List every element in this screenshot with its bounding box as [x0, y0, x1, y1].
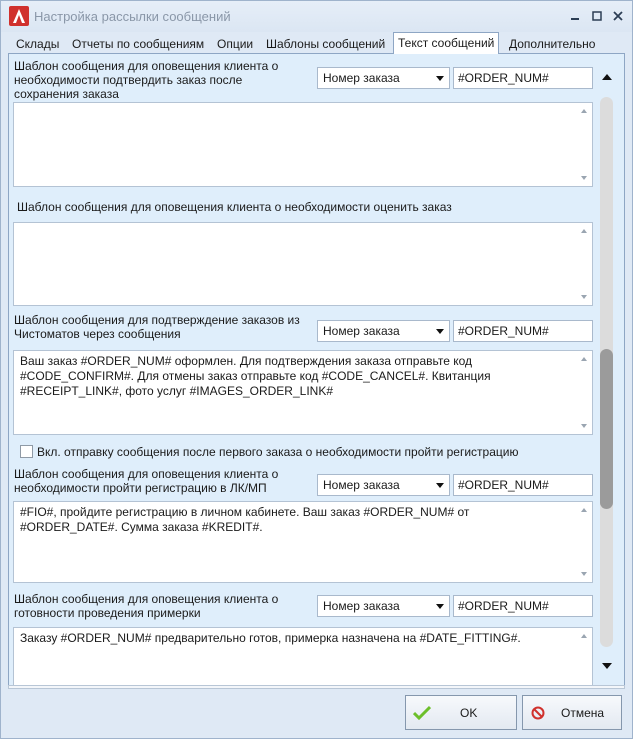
maximize-icon — [592, 11, 602, 21]
registration-field-select[interactable]: Номер заказа — [317, 474, 450, 496]
tab-message-templates[interactable]: Шаблоны сообщений — [262, 35, 389, 54]
scroll-down-icon — [581, 424, 587, 428]
ok-button[interactable]: OK — [405, 695, 517, 730]
settings-window: Настройка рассылки сообщений Склады Отче… — [0, 0, 633, 739]
confirm-order-textarea[interactable] — [13, 102, 593, 187]
chevron-down-icon — [436, 483, 444, 488]
app-logo-icon — [9, 6, 29, 26]
message-text-panel: Шаблон сообщения для оповещения клиента … — [8, 54, 625, 685]
maximize-button[interactable] — [588, 7, 606, 25]
tab-warehouses[interactable]: Склады — [12, 35, 63, 54]
chevron-down-icon — [436, 329, 444, 334]
tab-options[interactable]: Опции — [213, 35, 257, 54]
tab-strip: Склады Отчеты по сообщениям Опции Шаблон… — [8, 32, 625, 55]
scroll-up-icon[interactable] — [602, 74, 612, 80]
scroll-up-icon — [581, 229, 587, 233]
scroll-down-icon — [581, 572, 587, 576]
close-icon — [613, 11, 623, 21]
dialog-footer: OK Отмена — [1, 685, 632, 738]
chistomat-confirm-textarea[interactable]: Ваш заказ #ORDER_NUM# оформлен. Для подт… — [13, 350, 593, 435]
scroll-up-icon — [581, 357, 587, 361]
confirm-order-label: Шаблон сообщения для оповещения клиента … — [14, 59, 279, 101]
chevron-down-icon — [436, 76, 444, 81]
scroll-down-icon — [581, 295, 587, 299]
title-bar: Настройка рассылки сообщений — [1, 1, 632, 32]
footer-scrollbar — [8, 685, 625, 689]
rate-order-label: Шаблон сообщения для оповещения клиента … — [17, 200, 452, 214]
fitting-field-select[interactable]: Номер заказа — [317, 595, 450, 617]
minimize-button[interactable] — [566, 7, 584, 25]
cancel-button[interactable]: Отмена — [522, 695, 622, 730]
checkmark-icon — [413, 705, 431, 721]
tab-message-text[interactable]: Текст сообщений — [393, 32, 500, 55]
fitting-tag-field[interactable]: #ORDER_NUM# — [453, 595, 593, 617]
registration-textarea[interactable]: #FIO#, пройдите регистрацию в личном каб… — [13, 501, 593, 583]
scroll-down-icon — [581, 176, 587, 180]
scrollbar-thumb[interactable] — [600, 349, 613, 509]
scroll-up-icon — [581, 634, 587, 638]
textarea-scrollbar[interactable] — [577, 223, 592, 305]
registration-label: Шаблон сообщения для оповещения клиента … — [14, 467, 279, 495]
fitting-textarea[interactable]: Заказу #ORDER_NUM# предварительно готов,… — [13, 627, 593, 685]
fitting-label: Шаблон сообщения для оповещения клиента … — [14, 592, 279, 620]
window-title: Настройка рассылки сообщений — [34, 9, 231, 24]
textarea-scrollbar[interactable] — [577, 351, 592, 434]
cancel-icon — [531, 706, 545, 720]
chistomat-tag-field[interactable]: #ORDER_NUM# — [453, 320, 593, 342]
registration-enable-label: Вкл. отправку сообщения после первого за… — [37, 445, 519, 459]
minimize-icon — [571, 18, 579, 20]
chistomat-confirm-label: Шаблон сообщения для подтверждение заказ… — [14, 313, 300, 341]
textarea-scrollbar[interactable] — [577, 628, 592, 685]
textarea-scrollbar[interactable] — [577, 502, 592, 582]
confirm-order-tag-field[interactable]: #ORDER_NUM# — [453, 67, 593, 89]
scroll-up-icon — [581, 508, 587, 512]
tab-additional[interactable]: Дополнительно — [505, 35, 599, 54]
tab-message-reports[interactable]: Отчеты по сообщениям — [68, 35, 208, 54]
chevron-down-icon — [436, 604, 444, 609]
rate-order-textarea[interactable] — [13, 222, 593, 306]
close-button[interactable] — [609, 7, 627, 25]
textarea-scrollbar[interactable] — [577, 103, 592, 186]
chistomat-field-select[interactable]: Номер заказа — [317, 320, 450, 342]
panel-scrollbar[interactable] — [597, 69, 616, 679]
scroll-down-icon[interactable] — [602, 663, 612, 669]
registration-tag-field[interactable]: #ORDER_NUM# — [453, 474, 593, 496]
confirm-order-field-select[interactable]: Номер заказа — [317, 67, 450, 89]
registration-enable-checkbox[interactable] — [20, 445, 33, 458]
scroll-up-icon — [581, 109, 587, 113]
